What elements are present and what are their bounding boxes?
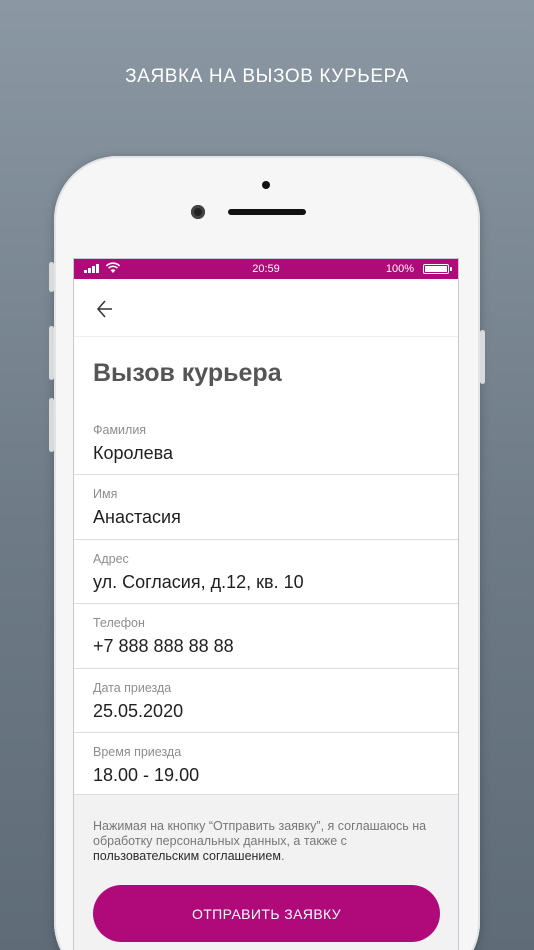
nav-bar (74, 279, 458, 337)
address-field[interactable]: Адрес ул. Согласия, д.12, кв. 10 (74, 540, 458, 605)
field-value[interactable]: Королева (93, 443, 439, 464)
user-agreement-link[interactable]: пользовательским соглашением (93, 849, 281, 863)
phone-mute-switch (49, 262, 54, 292)
phone-volume-up (49, 326, 54, 380)
field-label: Время приезда (93, 744, 182, 759)
field-label: Адрес (93, 551, 129, 566)
phone-field[interactable]: Телефон +7 888 888 88 88 (74, 604, 458, 669)
phone-camera (191, 205, 205, 219)
field-label: Фамилия (93, 423, 147, 437)
phone-speaker (228, 209, 306, 215)
promo-title: ЗАЯВКА НА ВЫЗОВ КУРЬЕРА (125, 66, 409, 87)
field-label: Дата приезда (93, 680, 172, 695)
arrival-time-field[interactable]: Время приезда 18.00 - 19.00 (74, 733, 458, 798)
phone-sensor (262, 181, 270, 189)
arrival-date-field[interactable]: Дата приезда 25.05.2020 (74, 669, 458, 733)
status-bar: 20:59 100% (74, 259, 458, 279)
name-field[interactable]: Имя Анастасия (74, 475, 458, 540)
phone-power-button (480, 330, 485, 384)
form-footer: Нажимая на кнопку “Отправить заявку”, я … (74, 794, 458, 950)
field-value[interactable]: 25.05.2020 (93, 701, 439, 722)
back-arrow-icon[interactable] (88, 295, 116, 323)
field-value[interactable]: +7 888 888 88 88 (93, 636, 439, 657)
battery-icon (423, 264, 452, 274)
consent-text: Нажимая на кнопку “Отправить заявку”, я … (93, 819, 439, 864)
field-label: Имя (93, 487, 118, 502)
phone-volume-down (49, 398, 54, 452)
consent-body: Нажимая на кнопку “Отправить заявку”, я … (93, 819, 427, 848)
surname-field[interactable]: Фамилия Королева (74, 411, 458, 476)
battery-percent: 100% (385, 263, 414, 275)
page-title: Вызов курьера (93, 359, 282, 387)
field-value[interactable]: 18.00 - 19.00 (93, 765, 439, 786)
consent-end: . (280, 849, 285, 863)
field-label: Телефон (93, 616, 145, 631)
app-screen: 20:59 100% Вызов курьера Фамилия Королев… (73, 258, 459, 950)
field-value[interactable]: ул. Согласия, д.12, кв. 10 (93, 572, 439, 593)
submit-request-button[interactable]: ОТПРАВИТЬ ЗАЯВКУ (93, 885, 440, 942)
field-value[interactable]: Анастасия (93, 507, 439, 528)
